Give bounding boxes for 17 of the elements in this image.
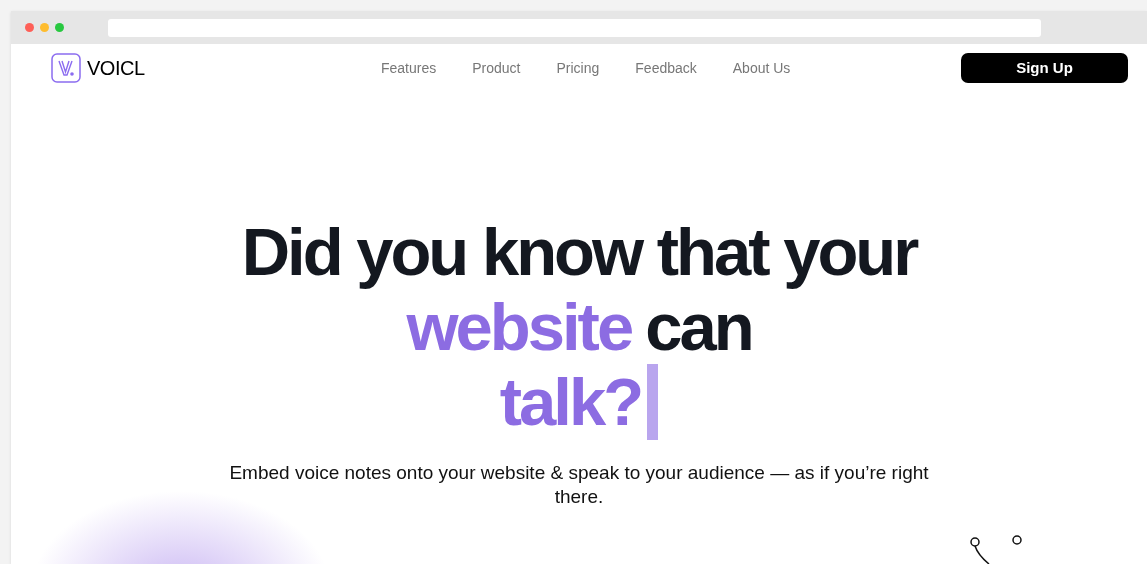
headline-text: website xyxy=(406,293,632,360)
maximize-icon[interactable] xyxy=(55,23,64,32)
address-bar[interactable] xyxy=(108,18,1041,37)
doodle-drawing xyxy=(969,533,1024,564)
logo-icon xyxy=(51,53,81,83)
nav-link[interactable]: Product xyxy=(472,57,521,79)
sign-up-button[interactable]: Sign Up xyxy=(961,53,1128,83)
nav-link[interactable]: About Us xyxy=(732,57,791,79)
brand-name: VOICL xyxy=(87,56,145,81)
hero-subtitle: Embed voice notes onto your website & speak to your audience — as if you’re right there. xyxy=(228,461,930,509)
nav-link[interactable]: Pricing xyxy=(556,57,600,79)
close-icon[interactable] xyxy=(25,23,34,32)
nav-link[interactable]: Features xyxy=(381,57,437,79)
headline-text: can xyxy=(645,293,752,360)
nav-link[interactable]: Feedback xyxy=(635,57,697,79)
minimize-icon[interactable] xyxy=(40,23,49,32)
headline-text: talk? xyxy=(499,368,642,435)
